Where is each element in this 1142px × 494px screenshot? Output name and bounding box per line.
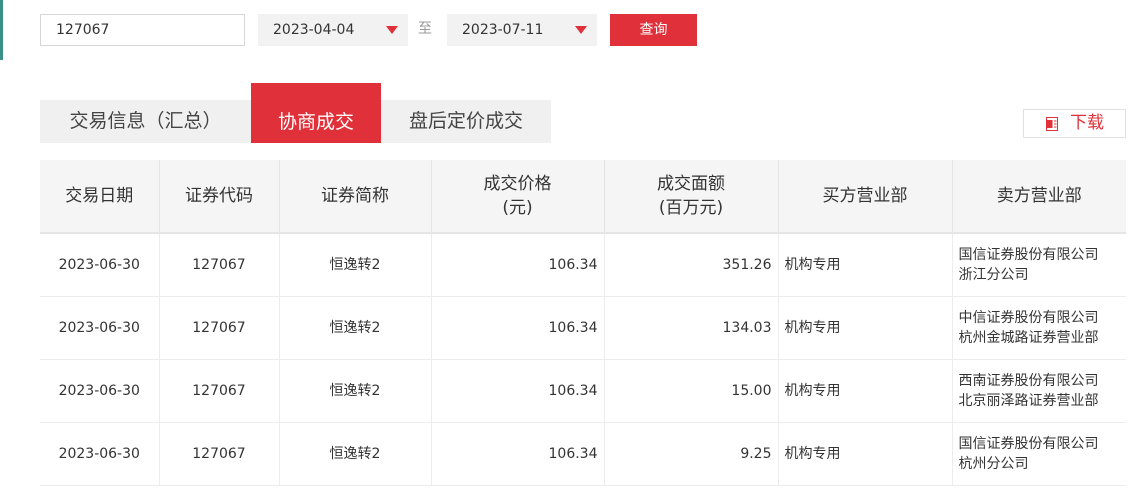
cell-trade-price: 106.34	[431, 234, 605, 297]
seller-branch-line-2: 浙江分公司	[958, 267, 1029, 283]
header-security-name: 证券简称	[279, 160, 432, 232]
cell-security-name: 恒逸转2	[279, 359, 432, 423]
seller-branch-line-1: 中信证券股份有限公司	[958, 310, 1099, 326]
cell-seller-branch: 国信证券股份有限公司 杭州分公司	[952, 422, 1126, 486]
tab-after-hours-fixed-price[interactable]: 盘后定价成交	[381, 100, 551, 143]
document-icon	[1046, 117, 1058, 131]
download-button[interactable]: 下载	[1023, 109, 1126, 138]
cell-trade-amount: 9.25	[604, 422, 779, 486]
cell-buyer-branch: 机构专用	[778, 296, 953, 360]
seller-branch-line-1: 国信证券股份有限公司	[958, 247, 1099, 263]
cell-trade-date: 2023-06-30	[40, 422, 160, 486]
date-range-separator: 至	[418, 21, 432, 37]
table-header-row: 交易日期 证券代码 证券简称 成交价格 (元) 成交面额 (百万元) 买方营业部 卖…	[40, 160, 1126, 232]
seller-branch-line-2: 杭州金城路证券营业部	[958, 330, 1099, 346]
cell-security-name: 恒逸转2	[279, 422, 432, 486]
cell-trade-amount: 15.00	[604, 359, 779, 423]
end-date-select[interactable]: 2023-07-11	[447, 14, 597, 46]
cell-security-code: 127067	[159, 296, 280, 360]
cell-trade-date: 2023-06-30	[40, 234, 160, 297]
header-buyer-branch: 买方营业部	[778, 160, 953, 232]
cell-trade-price: 106.34	[431, 422, 605, 486]
cell-buyer-branch: 机构专用	[778, 234, 953, 297]
left-edge-accent	[0, 0, 3, 60]
trade-table: 交易日期 证券代码 证券简称 成交价格 (元) 成交面额 (百万元) 买方营业部 卖…	[40, 160, 1126, 486]
start-date-value: 2023-04-04	[273, 22, 355, 38]
table-row: 2023-06-30 127067 恒逸转2 106.34 351.26 机构专用 国信证券…	[40, 234, 1126, 297]
cell-buyer-branch: 机构专用	[778, 422, 953, 486]
cell-trade-date: 2023-06-30	[40, 359, 160, 423]
cell-trade-date: 2023-06-30	[40, 296, 160, 360]
cell-security-code: 127067	[159, 359, 280, 423]
cell-seller-branch: 国信证券股份有限公司 浙江分公司	[952, 234, 1126, 297]
caret-down-icon	[386, 26, 398, 34]
query-button[interactable]: 查询	[610, 14, 697, 46]
seller-branch-line-1: 西南证券股份有限公司	[958, 373, 1099, 389]
tab-trade-info-summary[interactable]: 交易信息（汇总）	[40, 100, 251, 143]
cell-trade-amount: 134.03	[604, 296, 779, 360]
table-row: 2023-06-30 127067 恒逸转2 106.34 15.00 机构专用 西南证券股…	[40, 359, 1126, 423]
seller-branch-line-2: 北京丽泽路证券营业部	[958, 393, 1099, 409]
header-trade-amount: 成交面额 (百万元)	[604, 160, 779, 232]
cell-seller-branch: 西南证券股份有限公司 北京丽泽路证券营业部	[952, 359, 1126, 423]
header-security-code: 证券代码	[159, 160, 280, 232]
caret-down-icon	[575, 26, 587, 34]
tab-bar: 交易信息（汇总） 协商成交 盘后定价成交	[40, 83, 560, 143]
security-code-input[interactable]	[40, 14, 245, 46]
cell-trade-price: 106.34	[431, 296, 605, 360]
table-row: 2023-06-30 127067 恒逸转2 106.34 134.03 机构专用 中信证券…	[40, 296, 1126, 360]
cell-security-name: 恒逸转2	[279, 296, 432, 360]
download-label: 下载	[1070, 113, 1104, 133]
cell-security-code: 127067	[159, 422, 280, 486]
search-bar: 2023-04-04 至 2023-07-11 查询	[40, 14, 740, 46]
cell-trade-price: 106.34	[431, 359, 605, 423]
start-date-select[interactable]: 2023-04-04	[258, 14, 408, 46]
header-trade-date: 交易日期	[40, 160, 160, 232]
cell-security-code: 127067	[159, 234, 280, 297]
cell-buyer-branch: 机构专用	[778, 359, 953, 423]
header-trade-price: 成交价格 (元)	[431, 160, 605, 232]
end-date-value: 2023-07-11	[462, 22, 544, 38]
seller-branch-line-1: 国信证券股份有限公司	[958, 436, 1099, 452]
cell-trade-amount: 351.26	[604, 234, 779, 297]
cell-seller-branch: 中信证券股份有限公司 杭州金城路证券营业部	[952, 296, 1126, 360]
tab-negotiated-trades[interactable]: 协商成交	[251, 83, 381, 143]
cell-security-name: 恒逸转2	[279, 234, 432, 297]
header-seller-branch: 卖方营业部	[952, 160, 1126, 232]
seller-branch-line-2: 杭州分公司	[958, 456, 1029, 472]
table-row: 2023-06-30 127067 恒逸转2 106.34 9.25 机构专用 国信证券股份…	[40, 422, 1126, 486]
